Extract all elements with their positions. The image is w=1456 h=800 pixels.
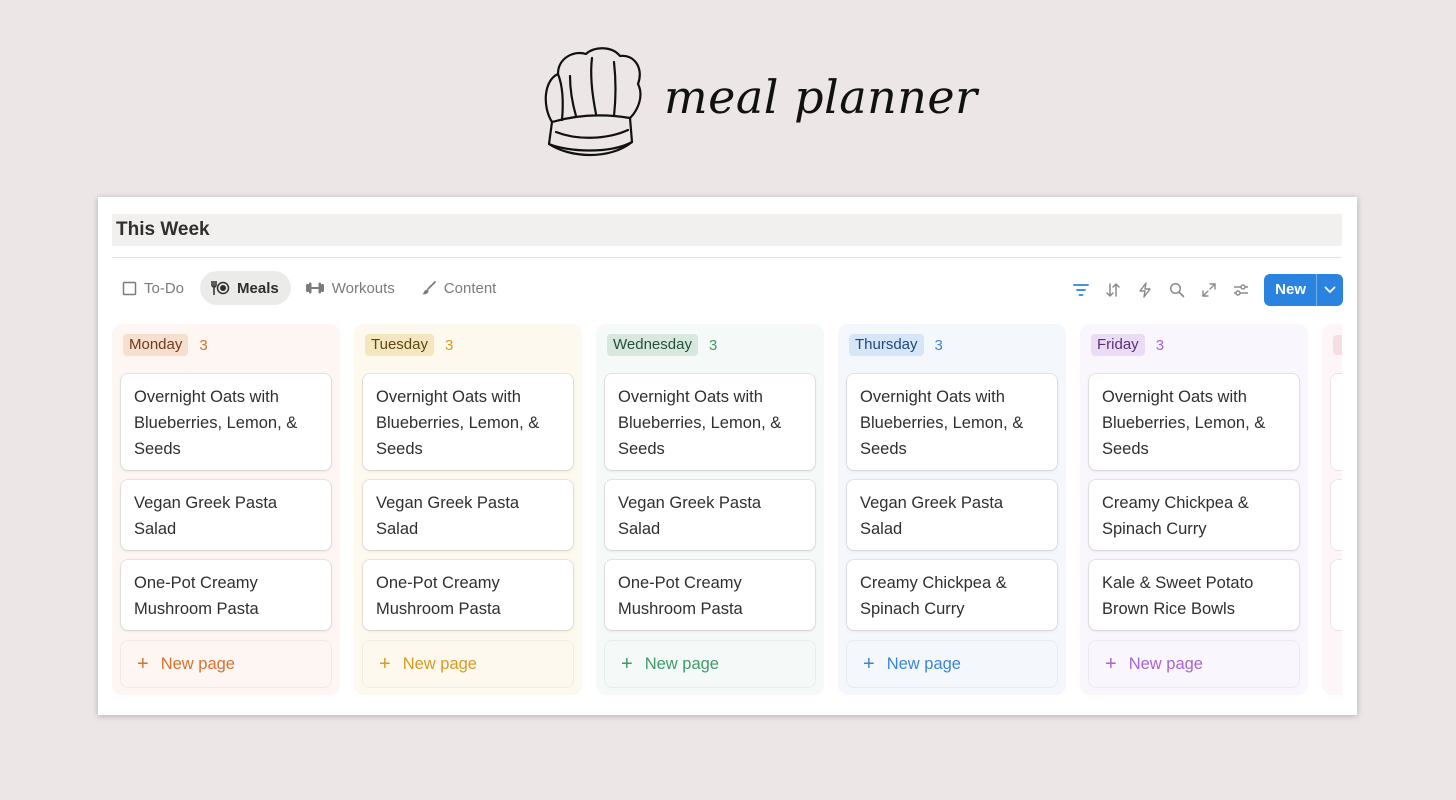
meal-card[interactable]: Overnight Oats with Blueberries, Lemon, … <box>121 374 331 470</box>
tab-to-do[interactable]: To-Do <box>112 271 196 305</box>
column-count: 3 <box>199 336 208 354</box>
view-tabs: To-Do Meals Workouts Content <box>112 270 512 306</box>
board: Monday 3 Overnight Oats with Blueberries, … <box>112 324 1342 695</box>
utensils-icon <box>211 281 230 295</box>
board-column-wednesday: Wednesday 3 Overnight Oats with Blueberrie… <box>596 324 824 695</box>
column-count: 3 <box>934 336 943 354</box>
column-header[interactable]: Friday 3 <box>1091 333 1164 357</box>
checkbox-icon <box>122 281 137 295</box>
column-header[interactable]: Monday 3 <box>123 333 208 357</box>
new-page-label: New page <box>886 654 961 673</box>
column-tag: Monday <box>123 334 189 356</box>
page-header: meal planner <box>0 40 1456 160</box>
column-header[interactable]: Tuesday 3 <box>365 333 453 357</box>
column-tag: Wednesday <box>607 334 698 356</box>
new-dropdown-button[interactable] <box>1316 274 1343 306</box>
meal-card[interactable]: One-Pot Creamy Mushroom Pasta <box>605 560 815 630</box>
meal-card[interactable] <box>1331 560 1342 630</box>
tab-workouts[interactable]: Workouts <box>295 271 407 305</box>
brush-icon <box>422 281 436 295</box>
board-column-tuesday: Tuesday 3 Overnight Oats with Blueberries,… <box>354 324 582 695</box>
settings-icon[interactable] <box>1228 276 1254 304</box>
meal-card[interactable]: Creamy Chickpea & Spinach Curry <box>1089 480 1299 550</box>
new-button[interactable]: New <box>1264 274 1343 306</box>
meal-card[interactable]: Vegan Greek Pasta Salad <box>363 480 573 550</box>
tab-label: To-Do <box>144 279 185 297</box>
database-title[interactable]: This Week <box>112 214 1342 246</box>
column-header[interactable]: Wednesday 3 <box>607 333 717 357</box>
column-tag: Thursday <box>849 334 924 356</box>
meal-card[interactable] <box>1331 374 1342 470</box>
tab-label: Content <box>443 279 497 297</box>
new-page-button[interactable]: + New page <box>121 641 331 687</box>
dumbbell-icon <box>305 282 324 294</box>
meal-card[interactable]: Overnight Oats with Blueberries, Lemon, … <box>363 374 573 470</box>
meal-card[interactable]: Vegan Greek Pasta Salad <box>121 480 331 550</box>
search-icon[interactable] <box>1164 276 1190 304</box>
column-count: 3 <box>444 336 454 354</box>
meal-card[interactable]: Kale & Sweet Potato Brown Rice Bowls <box>1089 560 1299 630</box>
new-page-button[interactable]: + New page <box>1089 641 1299 687</box>
new-button-label[interactable]: New <box>1264 274 1316 306</box>
meal-card[interactable]: One-Pot Creamy Mushroom Pasta <box>363 560 573 630</box>
chef-hat-icon <box>544 47 642 157</box>
plus-icon: + <box>621 653 633 675</box>
new-page-button[interactable]: + New page <box>847 641 1057 687</box>
tab-label: Meals <box>237 279 279 297</box>
filter-icon[interactable] <box>1068 276 1094 304</box>
column-tag: Tuesday <box>365 334 434 356</box>
meal-card[interactable] <box>1331 480 1342 550</box>
meal-card[interactable]: Overnight Oats with Blueberries, Lemon, … <box>605 374 815 470</box>
plus-icon: + <box>1105 653 1117 675</box>
plus-icon: + <box>137 653 149 675</box>
database-panel: This Week To-Do Meals Workouts Content N… <box>98 197 1357 715</box>
plus-icon: + <box>863 653 875 675</box>
column-count: 3 <box>708 336 718 354</box>
divider <box>112 257 1342 258</box>
plus-icon: + <box>379 653 391 675</box>
new-page-label: New page <box>644 654 719 673</box>
column-header[interactable]: Thursday 3 <box>849 333 943 357</box>
meal-card[interactable]: One-Pot Creamy Mushroom Pasta <box>121 560 331 630</box>
new-page-label: New page <box>402 654 477 673</box>
tab-meals[interactable]: Meals <box>200 271 291 305</box>
column-count: 3 <box>1155 336 1165 354</box>
meal-card[interactable]: Creamy Chickpea & Spinach Curry <box>847 560 1057 630</box>
tab-content[interactable]: Content <box>411 271 509 305</box>
page-title: meal planner <box>664 70 978 124</box>
column-tag: Friday <box>1091 334 1145 356</box>
new-page-label: New page <box>160 654 235 673</box>
column-tag <box>1333 335 1342 355</box>
meal-card[interactable]: Vegan Greek Pasta Salad <box>847 480 1057 550</box>
new-page-button[interactable]: + New page <box>605 641 815 687</box>
meal-card[interactable]: Overnight Oats with Blueberries, Lemon, … <box>847 374 1057 470</box>
board-column-thursday: Thursday 3 Overnight Oats with Blueberries… <box>838 324 1066 695</box>
board-column-monday: Monday 3 Overnight Oats with Blueberries, … <box>112 324 340 695</box>
automation-icon[interactable] <box>1132 276 1158 304</box>
expand-icon[interactable] <box>1196 276 1222 304</box>
meal-card[interactable]: Vegan Greek Pasta Salad <box>605 480 815 550</box>
board-column-friday: Friday 3 Overnight Oats with Blueberries, … <box>1080 324 1308 695</box>
toolbar: New <box>1062 274 1343 306</box>
sort-icon[interactable] <box>1100 276 1126 304</box>
board-column-next <box>1322 324 1342 695</box>
new-page-button[interactable]: + New page <box>363 641 573 687</box>
meal-card[interactable]: Overnight Oats with Blueberries, Lemon, … <box>1089 374 1299 470</box>
chevron-down-icon <box>1324 286 1336 294</box>
new-page-label: New page <box>1128 654 1203 673</box>
tab-label: Workouts <box>331 279 395 297</box>
